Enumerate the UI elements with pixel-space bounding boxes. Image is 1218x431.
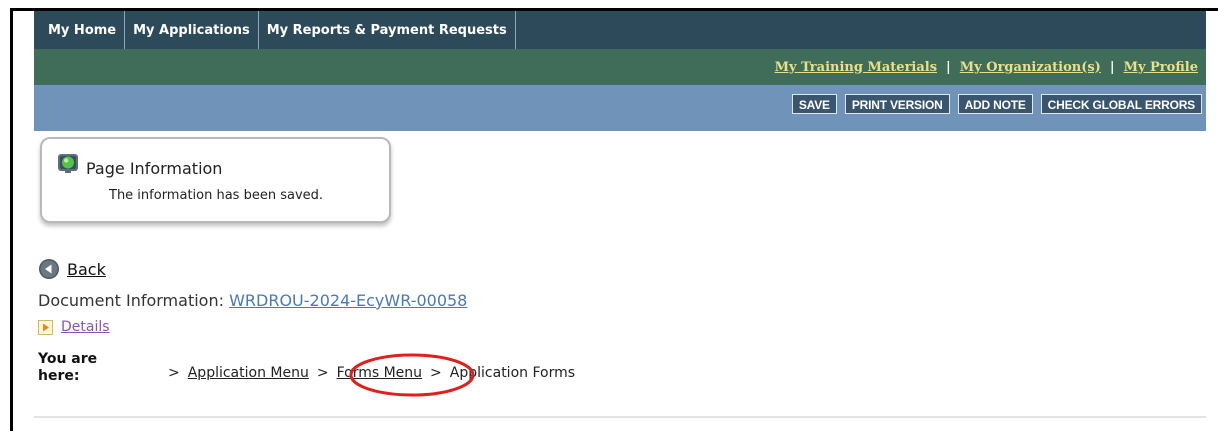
details-toggle[interactable]: Details [38, 319, 110, 335]
saved-message: The information has been saved. [109, 188, 324, 203]
document-id-link[interactable]: WRDROU-2024-EcyWR-00058 [229, 291, 467, 310]
back-link[interactable]: Back [67, 260, 106, 279]
back-arrow-icon[interactable] [38, 258, 60, 280]
expand-arrow-icon[interactable] [38, 319, 53, 335]
nav-separator: | [946, 59, 951, 75]
nav-separator: | [1109, 59, 1115, 75]
primary-navigation: My Home My Applications My Reports & Pay… [34, 11, 1206, 49]
link-my-profile[interactable]: My Profile [1124, 60, 1198, 75]
breadcrumb-prefix: You are here: [38, 351, 98, 384]
content-divider [34, 416, 1206, 418]
application-shell: My Home My Applications My Reports & Pay… [34, 11, 1206, 131]
nav-my-home[interactable]: My Home [34, 11, 126, 49]
breadcrumb-separator: > [316, 365, 329, 381]
action-toolbar: SAVE PRINT VERSION ADD NOTE CHECK GLOBAL… [34, 85, 1206, 131]
print-version-button[interactable]: PRINT VERSION [844, 94, 950, 114]
link-my-training-materials[interactable]: My Training Materials [775, 60, 937, 75]
green-status-icon [58, 154, 78, 173]
page-information-panel: Page Information The information has bee… [40, 137, 391, 223]
details-link[interactable]: Details [61, 319, 110, 335]
frame-left-border [10, 8, 13, 431]
check-global-errors-button[interactable]: CHECK GLOBAL ERRORS [1040, 94, 1202, 114]
highlight-circle-annotation [349, 353, 475, 397]
screenshot-frame: My Home My Applications My Reports & Pay… [0, 0, 1218, 431]
breadcrumb-separator: > [168, 365, 180, 381]
save-button[interactable]: SAVE [791, 94, 837, 114]
page-information-title: Page Information [86, 159, 223, 178]
document-information-label: Document Information: [38, 291, 224, 310]
back-navigation[interactable]: Back [38, 258, 106, 280]
document-information: Document Information: WRDROU-2024-EcyWR-… [38, 291, 467, 310]
breadcrumb-application-menu[interactable]: Application Menu [188, 365, 309, 381]
add-note-button[interactable]: ADD NOTE [957, 94, 1033, 114]
link-my-organizations[interactable]: My Organization(s) [960, 60, 1101, 75]
nav-my-applications[interactable]: My Applications [125, 11, 259, 49]
nav-my-reports[interactable]: My Reports & Payment Requests [259, 11, 516, 49]
secondary-navigation: My Training Materials | My Organization(… [34, 49, 1206, 85]
